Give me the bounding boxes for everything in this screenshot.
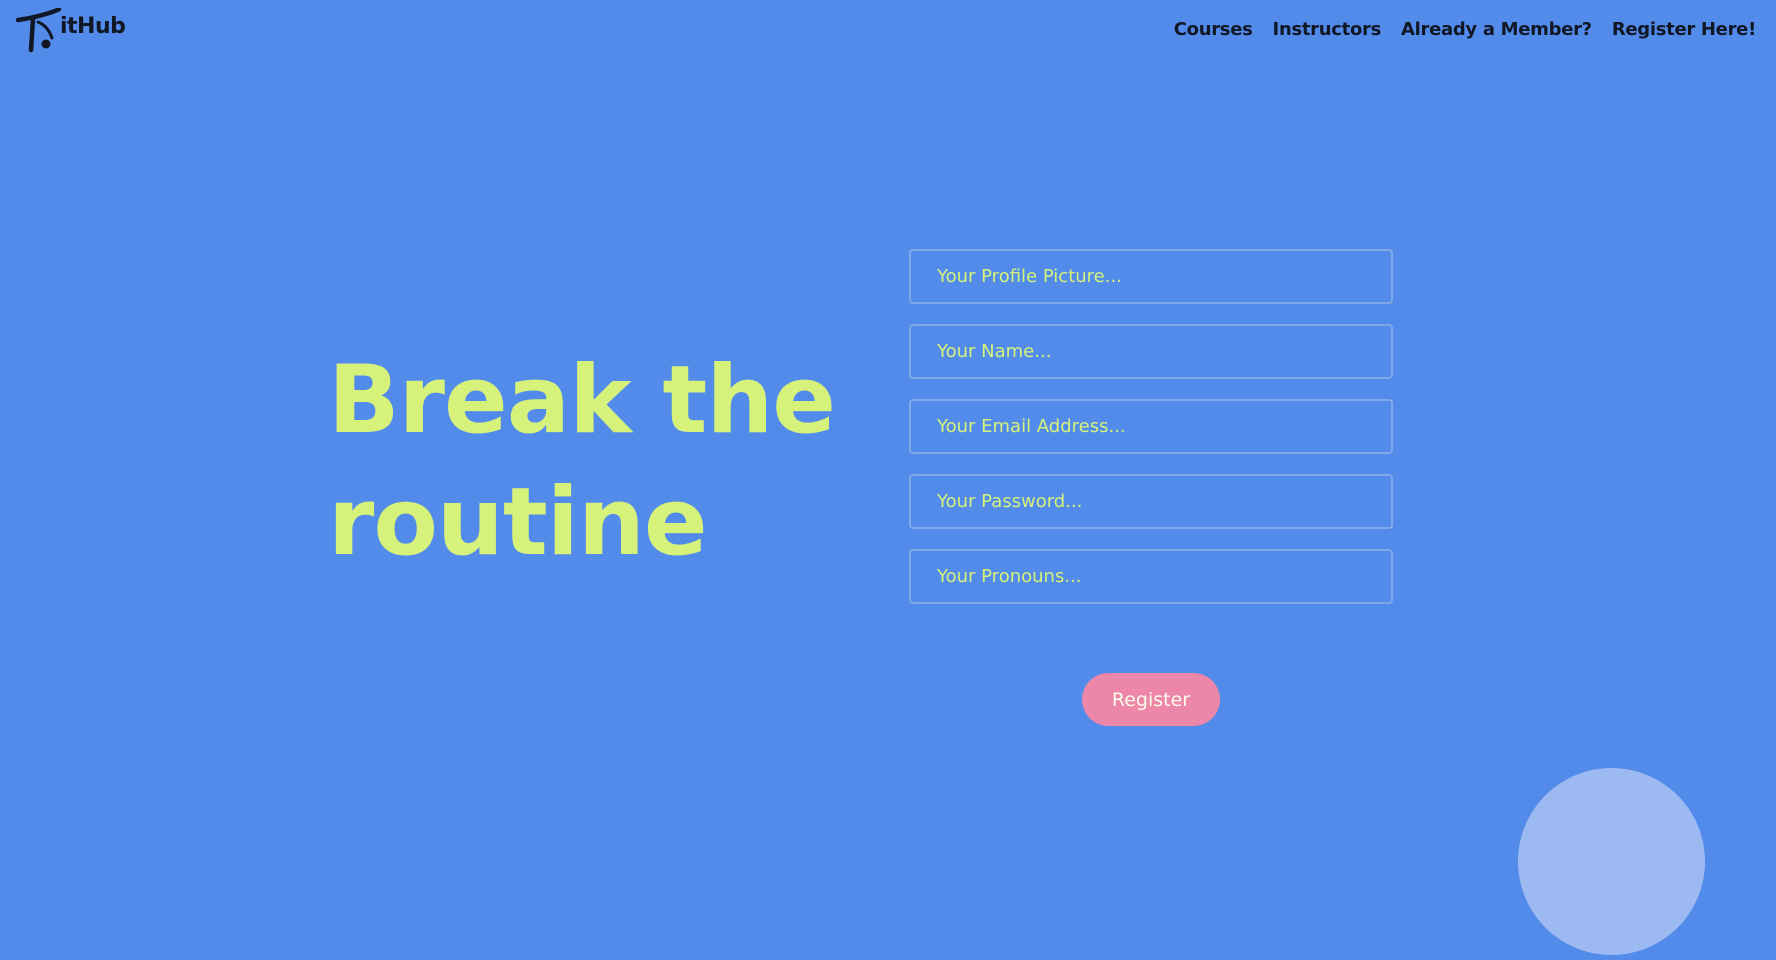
email-input[interactable] (909, 399, 1393, 454)
site-header: itHub Courses Instructors Already a Memb… (0, 0, 1776, 70)
hero-heading: Break the routine (328, 340, 848, 584)
nav-link-login[interactable]: Already a Member? (1401, 19, 1592, 40)
hero-line-1: Break the (328, 346, 836, 455)
password-input[interactable] (909, 474, 1393, 529)
name-input[interactable] (909, 324, 1393, 379)
main-nav: Courses Instructors Already a Member? Re… (1174, 19, 1757, 40)
nav-link-register[interactable]: Register Here! (1612, 19, 1756, 40)
register-form (909, 249, 1393, 624)
profile-picture-input[interactable] (909, 249, 1393, 304)
hero-line-2: routine (328, 468, 708, 577)
brand-logo[interactable]: itHub (16, 8, 126, 54)
nav-link-instructors[interactable]: Instructors (1273, 19, 1382, 40)
nav-link-courses[interactable]: Courses (1174, 19, 1253, 40)
brand-name: itHub (60, 14, 126, 39)
register-button[interactable]: Register (1082, 673, 1220, 726)
decorative-circle (1518, 768, 1705, 955)
pronouns-input[interactable] (909, 549, 1393, 604)
fithub-logo-icon (16, 8, 62, 53)
